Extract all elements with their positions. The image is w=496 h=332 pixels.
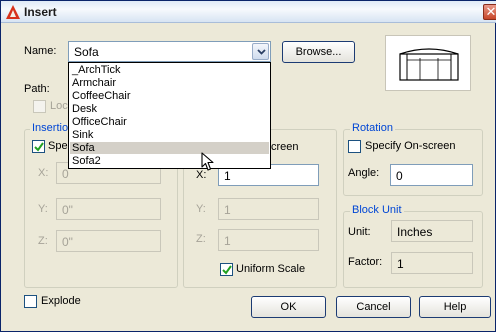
dropdown-item[interactable]: Sofa2	[70, 155, 269, 167]
name-combobox[interactable]: Sofa	[68, 41, 271, 62]
insertion-y-label: Y:	[38, 203, 48, 215]
insertion-z-field: 0"	[56, 230, 161, 252]
insertion-z-label: Z:	[38, 235, 48, 247]
rotation-specify-label: Specify On-screen	[365, 140, 456, 152]
help-button[interactable]: Help	[419, 296, 491, 318]
cancel-button[interactable]: Cancel	[336, 296, 411, 318]
dropdown-item[interactable]: _ArchTick	[70, 64, 269, 76]
dropdown-item[interactable]: Desk	[70, 103, 269, 115]
block-name-dropdown-list[interactable]: _ArchTick Armchair CoffeeChair Desk OfficeCh…	[68, 62, 271, 169]
uniform-scale-label: Uniform Scale	[236, 263, 306, 275]
checkmark-icon	[222, 265, 232, 275]
scale-specify-label: creen	[271, 141, 299, 153]
factor-value-field: 1	[391, 252, 473, 274]
explode-label: Explode	[41, 295, 81, 307]
window-title: Insert	[24, 5, 57, 19]
autocad-app-icon	[6, 5, 20, 19]
insertion-specify-checkbox[interactable]	[32, 140, 45, 153]
rotation-specify-checkbox[interactable]	[348, 140, 361, 153]
dropdown-item[interactable]: Sofa	[70, 142, 269, 154]
name-combo-value: Sofa	[74, 45, 99, 59]
locate-checkbox	[33, 100, 46, 113]
dropdown-item[interactable]: OfficeChair	[70, 116, 269, 128]
dropdown-item[interactable]: Armchair	[70, 77, 269, 89]
chevron-down-icon	[257, 49, 266, 55]
combo-dropdown-button[interactable]	[252, 43, 269, 60]
mouse-pointer-icon	[201, 152, 214, 171]
insertion-group-title: Insertio	[30, 122, 71, 134]
ok-button[interactable]: OK	[251, 296, 326, 318]
insertion-y-field: 0"	[56, 198, 161, 220]
block-unit-group-title: Block Unit	[350, 204, 404, 216]
insert-dialog: Insert ✕ Name: Sofa Browse... Path: Loca	[0, 0, 496, 332]
unit-label: Unit:	[348, 226, 371, 238]
angle-label: Angle:	[348, 167, 380, 179]
block-preview	[385, 35, 471, 91]
unit-value-field: Inches	[391, 220, 473, 242]
close-icon: ✕	[485, 4, 496, 19]
dropdown-item[interactable]: Sink	[70, 129, 269, 141]
path-label: Path:	[24, 83, 50, 95]
uniform-scale-checkbox[interactable]	[220, 263, 233, 276]
scale-z-field: 1	[218, 229, 319, 251]
angle-field[interactable]: 0	[390, 164, 473, 186]
explode-checkbox[interactable]	[24, 295, 37, 308]
factor-label: Factor:	[348, 256, 383, 268]
dropdown-item[interactable]: CoffeeChair	[70, 90, 269, 102]
name-label: Name:	[24, 45, 57, 57]
scale-y-field: 1	[218, 198, 319, 220]
scale-y-label: Y:	[196, 203, 206, 215]
rotation-group-title: Rotation	[350, 122, 395, 134]
scale-z-label: Z:	[196, 233, 206, 245]
close-button[interactable]: ✕	[483, 4, 496, 20]
checkmark-icon	[34, 142, 44, 152]
sofa-preview-image	[399, 48, 459, 81]
insertion-x-label: X:	[38, 167, 49, 179]
browse-button[interactable]: Browse...	[282, 41, 355, 63]
title-bar[interactable]: Insert ✕	[1, 1, 496, 23]
